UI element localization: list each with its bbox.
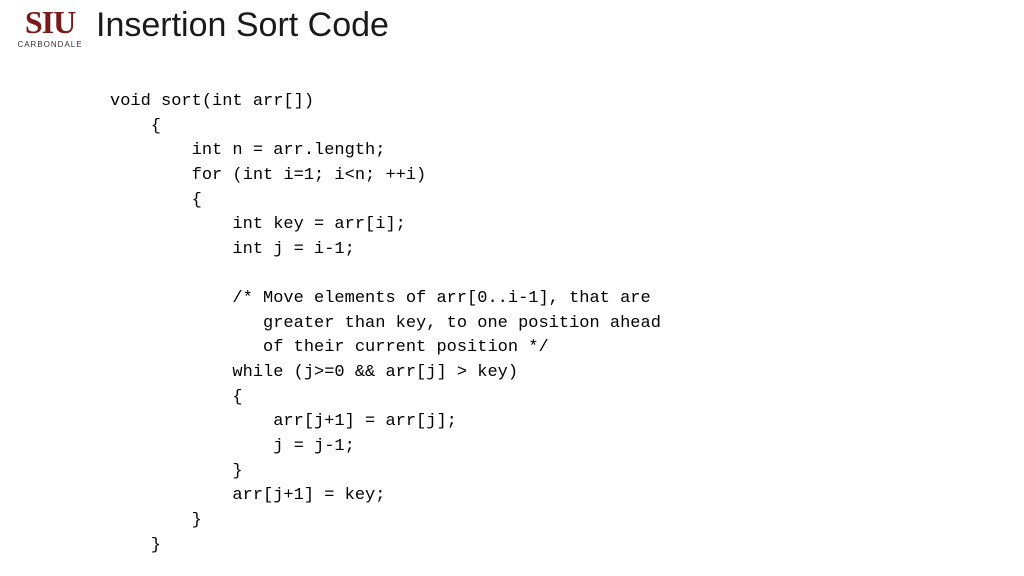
code-line: while (j>=0 && arr[j] > key) [110, 363, 518, 382]
logo: SIU CARBONDALE [10, 6, 90, 49]
code-line: { [110, 388, 243, 407]
code-line: } [110, 536, 161, 555]
code-line: { [110, 117, 161, 136]
code-block: void sort(int arr[]) { int n = arr.lengt… [110, 90, 661, 558]
code-line: j = j-1; [110, 437, 355, 456]
code-line: int n = arr.length; [110, 141, 385, 160]
slide: SIU CARBONDALE Insertion Sort Code void … [0, 0, 1024, 576]
code-line: for (int i=1; i<n; ++i) [110, 166, 426, 185]
logo-brand: SIU [10, 6, 90, 38]
code-line: of their current position */ [110, 338, 549, 357]
code-line: arr[j+1] = key; [110, 486, 385, 505]
code-line: void sort(int arr[]) [110, 92, 314, 111]
slide-title: Insertion Sort Code [96, 6, 389, 45]
code-line: int key = arr[i]; [110, 215, 406, 234]
code-line: } [110, 462, 243, 481]
code-line: /* Move elements of arr[0..i-1], that ar… [110, 289, 651, 308]
code-line: } [110, 511, 202, 530]
code-line: arr[j+1] = arr[j]; [110, 412, 457, 431]
code-line: int j = i-1; [110, 240, 355, 259]
code-line: greater than key, to one position ahead [110, 314, 661, 333]
code-line: { [110, 191, 202, 210]
logo-campus: CARBONDALE [10, 40, 90, 49]
